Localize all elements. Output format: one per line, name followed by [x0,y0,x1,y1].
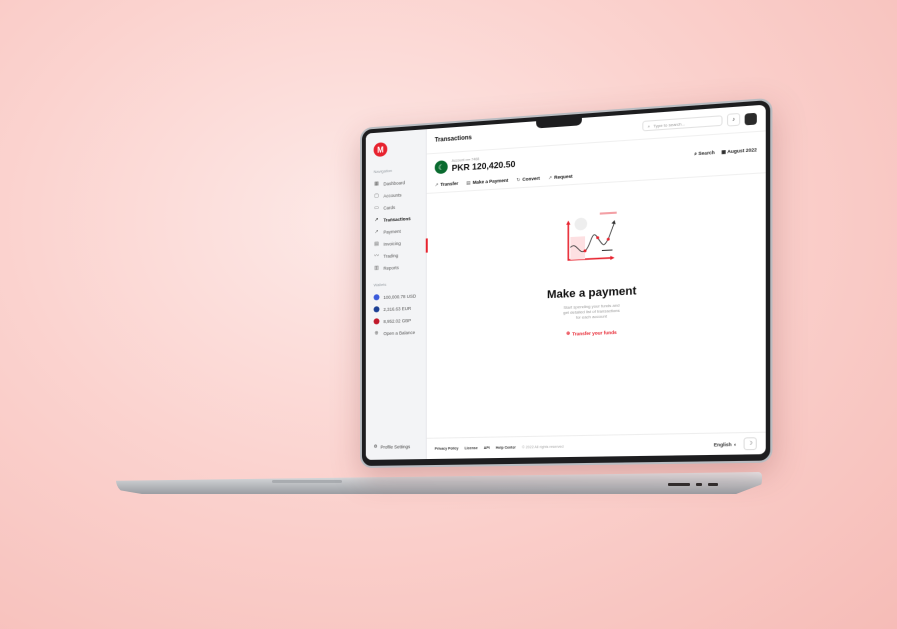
sidebar-item-reports[interactable]: ▥ Reports [366,260,426,275]
theme-toggle[interactable]: ☽ [744,437,757,450]
cta-label: Transfer your funds [572,329,617,336]
nav-section-label: Navigation [374,166,426,174]
sidebar-item-label: Accounts [383,192,401,198]
wallet-label: 100,000.78 USD [383,293,416,299]
card-icon: ▭ [374,205,380,211]
chart-line-icon: 〰 [374,253,380,259]
invoice-icon: ▤ [374,241,380,247]
license-link[interactable]: License [465,446,478,450]
empty-description: Start spending your funds and get detail… [562,302,621,320]
open-balance-label: Open a Balance [383,329,415,335]
transfer-button[interactable]: ↗ Transfer [435,181,459,189]
convert-button[interactable]: ↻ Convert [516,176,539,184]
arrow-icon: ↗ [435,182,439,187]
make-payment-button[interactable]: ▤ Make a Payment [466,178,508,187]
transfer-funds-button[interactable]: ⊕ Transfer your funds [566,329,617,337]
search-button-label: Search [698,150,714,156]
app-screen: M Navigation ▦ Dashboard ▢ Accounts ▭ Cards… [366,105,766,460]
action-label: Request [554,174,573,180]
wallet-label: 8,952.02 GBP [383,317,411,323]
page-title: Transactions [435,135,472,144]
month-label: August 2022 [727,147,757,154]
profile-settings-link[interactable]: ⚙ Profile Settings [374,443,411,450]
sidebar-item-label: Payment [383,228,400,234]
uk-flag-icon [374,318,380,324]
action-label: Transfer [440,181,458,187]
bell-icon[interactable]: ♪ [727,113,740,127]
grid-icon: ▦ [374,181,380,187]
gear-icon: ⚙ [374,444,378,450]
open-balance-button[interactable]: ⊕ Open a Balance [366,326,426,340]
empty-state: Make a payment Start spending your funds… [427,199,766,345]
action-label: Convert [522,176,540,182]
sidebar-item-label: Reports [383,265,398,271]
avatar[interactable] [745,112,757,125]
laptop-lid: M Navigation ▦ Dashboard ▢ Accounts ▭ Cards… [360,98,772,468]
sidebar-item-label: Transactions [383,216,410,223]
sidebar-item-label: Cards [383,204,395,210]
refresh-icon: ↻ [516,177,520,182]
plus-circle-icon: ⊕ [374,330,380,336]
globe-icon: ◐ [734,441,737,446]
request-icon: ↗ [548,175,552,180]
payment-icon: ↗ [374,229,380,235]
payment-illustration [560,207,623,269]
sidebar-item-label: Trading [383,253,398,259]
search-button[interactable]: ⌕ Search [694,150,715,158]
wallets-section-label: Wallets [374,280,426,287]
document-icon: ▤ [466,180,470,185]
laptop-ports [668,483,718,486]
brand-logo[interactable]: M [374,142,388,157]
trend-icon: ↗ [374,217,380,223]
language-selector[interactable]: English ◐ [714,441,737,447]
wallet-label: 2,316.63 EUR [383,305,411,311]
main-content: Transactions ⌕ Type to search... ♪ ☾ Acco… [427,105,766,459]
wallet-icon: ▢ [374,193,380,199]
month-picker[interactable]: ▦ August 2022 [721,147,757,156]
laptop-base [116,472,762,494]
eu-flag-icon [374,306,380,312]
search-icon: ⌕ [648,123,650,128]
pk-flag-icon: ☾ [435,160,448,174]
bar-chart-icon: ▥ [374,265,380,271]
api-link[interactable]: API [484,446,490,450]
laptop-lip [272,480,342,483]
search-placeholder: Type to search... [653,121,685,129]
sidebar: M Navigation ▦ Dashboard ▢ Accounts ▭ Cards… [366,129,427,460]
transfer-icon: ⊕ [566,330,570,336]
privacy-policy-link[interactable]: Privacy Policy [435,446,459,450]
us-flag-icon [374,294,380,300]
language-label: English [714,441,732,447]
profile-settings-label: Profile Settings [380,444,410,450]
request-button[interactable]: ↗ Request [548,174,573,182]
action-label: Make a Payment [473,178,509,185]
sidebar-item-label: Dashboard [383,180,405,186]
copyright: © 2022 All rights reserved [522,445,564,450]
sidebar-item-label: Invoicing [383,240,400,246]
help-center-link[interactable]: Help Center [496,445,516,449]
empty-title: Make a payment [427,279,766,306]
search-input[interactable]: ⌕ Type to search... [642,115,722,131]
